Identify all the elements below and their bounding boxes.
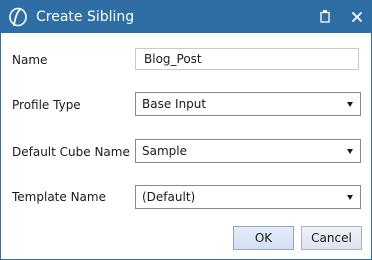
cancel-button[interactable]: Cancel <box>301 226 362 250</box>
name-label: Name <box>12 53 48 67</box>
dropdown-arrow-icon <box>347 102 353 107</box>
dropdown-arrow-icon <box>347 149 353 154</box>
create-sibling-dialog: Create Sibling Name Profile Type Base In… <box>0 0 372 260</box>
app-logo-icon <box>7 6 29 28</box>
profile-type-label: Profile Type <box>12 98 81 112</box>
close-icon <box>351 8 363 27</box>
restore-button[interactable] <box>312 1 338 33</box>
default-cube-name-value: Sample <box>142 144 187 158</box>
restore-icon <box>319 8 331 27</box>
template-name-label: Template Name <box>12 190 106 204</box>
title-bar[interactable]: Create Sibling <box>1 1 371 33</box>
default-cube-name-select[interactable]: Sample <box>135 139 361 163</box>
name-input[interactable] <box>135 48 359 70</box>
template-name-value: (Default) <box>142 190 196 204</box>
ok-button[interactable]: OK <box>233 226 294 250</box>
default-cube-name-label: Default Cube Name <box>12 145 130 159</box>
close-button[interactable] <box>344 1 370 33</box>
profile-type-select[interactable]: Base Input <box>135 92 361 116</box>
dialog-title: Create Sibling <box>36 9 135 25</box>
dropdown-arrow-icon <box>347 195 353 200</box>
template-name-select[interactable]: (Default) <box>135 185 361 209</box>
profile-type-value: Base Input <box>142 97 207 111</box>
